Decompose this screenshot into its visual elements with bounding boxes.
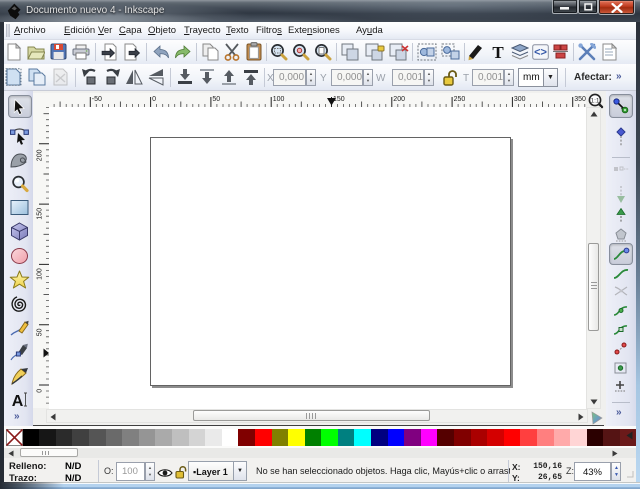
svg-text:50: 50 xyxy=(37,328,44,336)
svg-text:100: 100 xyxy=(273,96,285,103)
svg-text:0: 0 xyxy=(152,96,156,103)
svg-text:T: T xyxy=(492,43,504,61)
svg-text:50: 50 xyxy=(212,96,220,103)
svg-text:200: 200 xyxy=(393,96,405,103)
svg-text:1:1: 1:1 xyxy=(590,98,599,105)
svg-text:300: 300 xyxy=(514,96,526,103)
svg-text:<>: <> xyxy=(534,47,547,59)
svg-text:0: 0 xyxy=(37,389,44,393)
svg-text:250: 250 xyxy=(454,96,466,103)
svg-text:150: 150 xyxy=(37,208,44,220)
svg-text:200: 200 xyxy=(37,149,44,161)
svg-text:350: 350 xyxy=(574,96,586,103)
svg-text:A: A xyxy=(12,393,24,410)
svg-text:-50: -50 xyxy=(92,96,102,103)
svg-text:100: 100 xyxy=(37,268,44,280)
